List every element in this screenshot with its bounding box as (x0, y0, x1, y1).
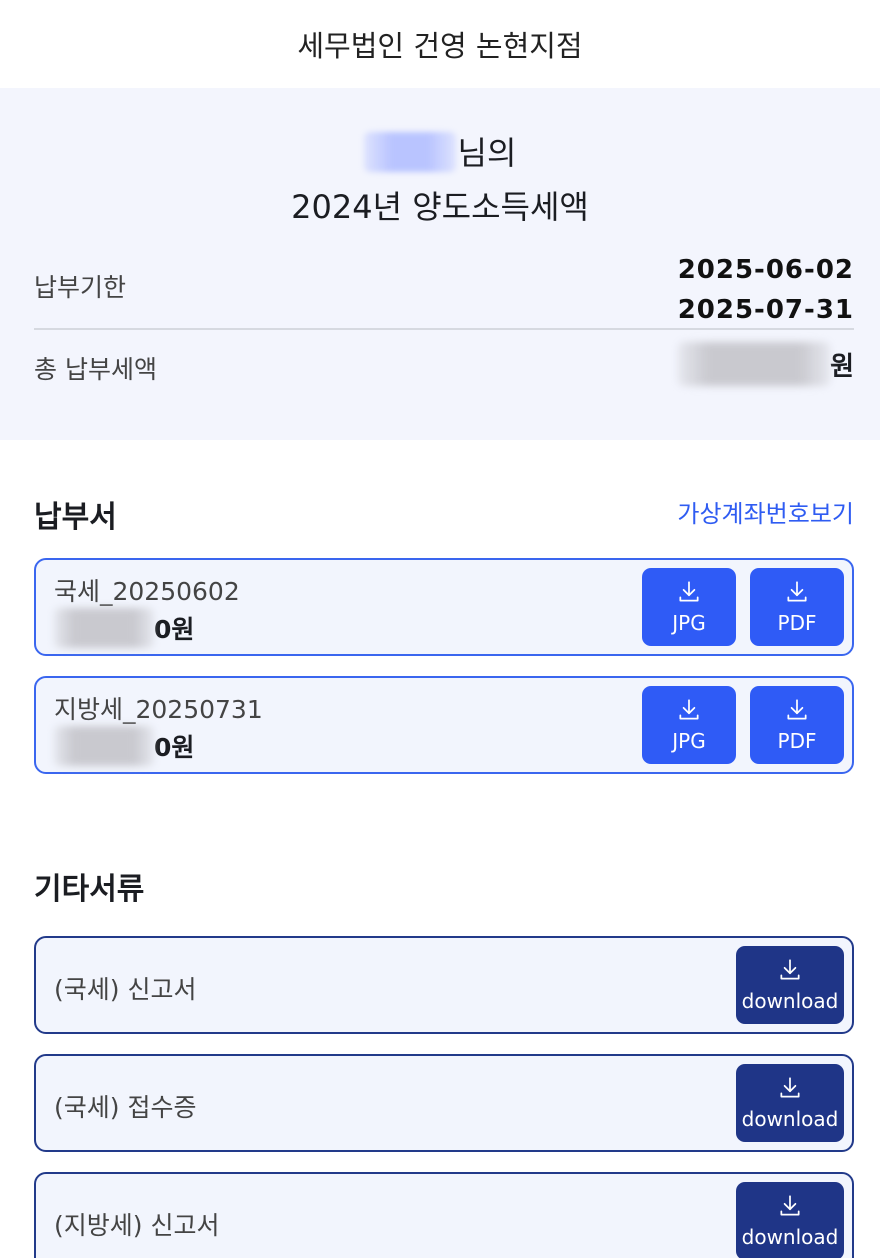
payment-card-title: 국세_20250602 (54, 577, 240, 606)
payment-card-local: 지방세_20250731 0원 JPG PDF (34, 676, 854, 774)
payment-card-title: 지방세_20250731 (54, 695, 263, 724)
download-icon (787, 699, 807, 720)
deadline-date-1: 2025-06-02 (677, 255, 854, 285)
page-header: 세무법인 건영 논현지점 (0, 0, 880, 88)
greeting-name-line: 님의 (0, 128, 880, 174)
download-label: download (741, 1225, 839, 1249)
tax-summary-panel: 님의 2024년 양도소득세액 납부기한 2025-06-02 2025-07-… (0, 88, 880, 440)
download-icon (679, 699, 699, 720)
download-jpg-button[interactable]: JPG (642, 686, 736, 764)
amount-visible-part: 0원 (154, 733, 195, 762)
document-download-button[interactable]: download (736, 946, 844, 1024)
payment-section-title: 납부서 (34, 500, 117, 535)
documents-section-header: 기타서류 (34, 852, 854, 912)
pdf-label: PDF (777, 729, 817, 753)
document-download-button[interactable]: download (736, 1064, 844, 1142)
total-unit: 원 (830, 351, 854, 382)
download-icon (780, 1077, 800, 1098)
download-jpg-button[interactable]: JPG (642, 568, 736, 646)
download-icon (787, 581, 807, 602)
documents-section-title: 기타서류 (34, 872, 145, 907)
page-title: 세무법인 건영 논현지점 (297, 29, 583, 63)
document-title: (국세) 신고서 (54, 975, 197, 1004)
redacted-amount (54, 608, 154, 648)
document-card: (지방세) 신고서 download (34, 1172, 854, 1258)
payment-card-national: 국세_20250602 0원 JPG PDF (34, 558, 854, 656)
deadline-date-2: 2025-07-31 (677, 295, 854, 325)
pdf-label: PDF (777, 611, 817, 635)
download-label: download (741, 1107, 839, 1131)
document-title: (국세) 접수증 (54, 1093, 197, 1122)
amount-visible-part: 0원 (154, 615, 195, 644)
virtual-account-link[interactable]: 가상계좌번호보기 (677, 494, 854, 529)
payment-section-header: 납부서 가상계좌번호보기 (34, 480, 854, 540)
download-icon (679, 581, 699, 602)
document-title: (지방세) 신고서 (54, 1211, 220, 1240)
document-card: (국세) 신고서 download (34, 936, 854, 1034)
payment-card-amount: 0원 (54, 608, 194, 648)
document-card: (국세) 접수증 download (34, 1054, 854, 1152)
download-pdf-button[interactable]: PDF (750, 686, 844, 764)
download-pdf-button[interactable]: PDF (750, 568, 844, 646)
name-suffix: 님의 (457, 134, 517, 172)
payment-card-amount: 0원 (54, 726, 194, 766)
deadline-dates: 2025-06-02 2025-07-31 (678, 250, 854, 330)
deadline-row: 납부기한 2025-06-02 2025-07-31 (34, 250, 854, 330)
download-icon (780, 1195, 800, 1216)
redacted-total-amount (678, 342, 831, 386)
total-tax-value: 원 (678, 342, 854, 386)
total-tax-label: 총 납부세액 (34, 355, 157, 384)
jpg-label: JPG (672, 611, 706, 635)
deadline-label: 납부기한 (34, 273, 127, 302)
summary-subtitle: 2024년 양도소득세액 (291, 188, 589, 226)
download-label: download (741, 989, 839, 1013)
download-icon (780, 959, 800, 980)
redacted-name (363, 132, 456, 172)
jpg-label: JPG (672, 729, 706, 753)
total-tax-row: 총 납부세액 원 (34, 332, 854, 396)
document-download-button[interactable]: download (736, 1182, 844, 1258)
redacted-amount (54, 726, 154, 766)
